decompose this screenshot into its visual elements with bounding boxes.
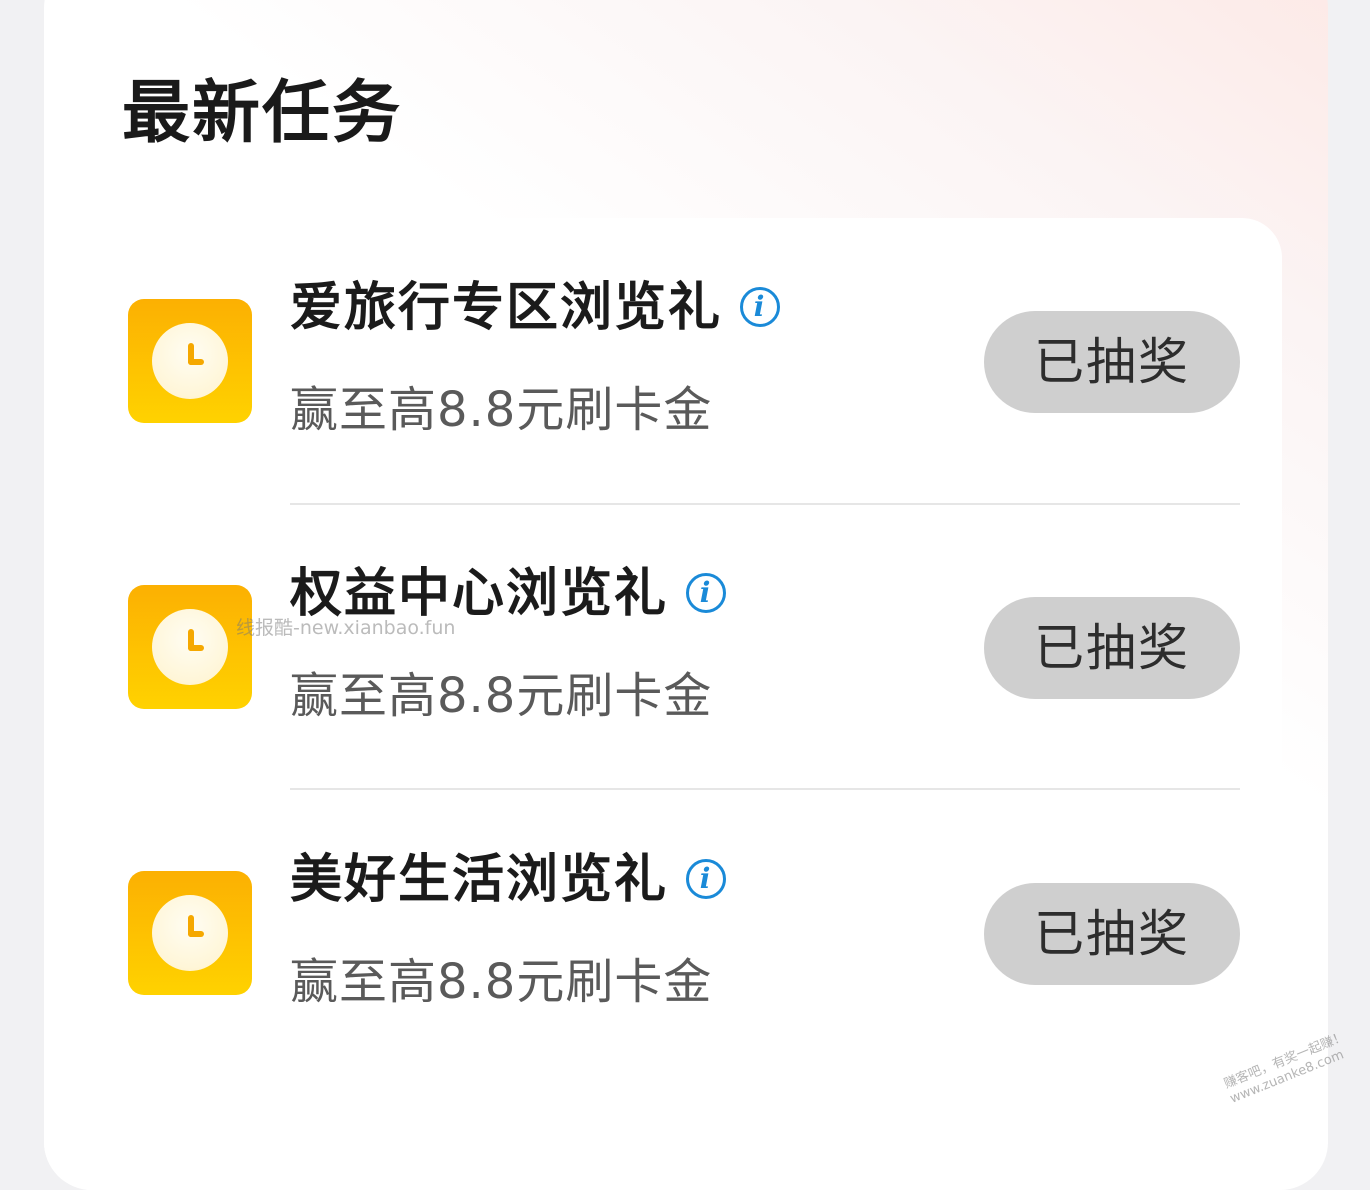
drawn-status-button[interactable]: 已抽奖 bbox=[984, 883, 1240, 985]
task-item[interactable]: 权益中心浏览礼 i 赢至高8.8元刷卡金 已抽奖 bbox=[0, 506, 1370, 792]
watermark-text: 线报酷-new.xianbao.fun bbox=[236, 617, 456, 639]
task-item[interactable]: 爱旅行专区浏览礼 i 赢至高8.8元刷卡金 已抽奖 bbox=[0, 220, 1370, 506]
task-title-text: 美好生活浏览礼 bbox=[290, 850, 669, 910]
section-title: 最新任务 bbox=[122, 74, 403, 153]
clock-icon bbox=[128, 871, 252, 995]
task-subtitle: 赢至高8.8元刷卡金 bbox=[290, 668, 713, 724]
task-subtitle: 赢至高8.8元刷卡金 bbox=[290, 954, 713, 1010]
drawn-status-button[interactable]: 已抽奖 bbox=[984, 311, 1240, 413]
info-icon[interactable]: i bbox=[686, 573, 727, 613]
clock-face bbox=[152, 895, 228, 971]
clock-icon bbox=[128, 299, 252, 423]
task-title: 爱旅行专区浏览礼 i bbox=[290, 278, 781, 338]
info-icon[interactable]: i bbox=[686, 859, 727, 899]
task-title-text: 爱旅行专区浏览礼 bbox=[290, 278, 723, 338]
drawn-status-button[interactable]: 已抽奖 bbox=[984, 597, 1240, 699]
task-item[interactable]: 美好生活浏览礼 i 赢至高8.8元刷卡金 已抽奖 bbox=[0, 792, 1370, 1078]
task-title: 美好生活浏览礼 i bbox=[290, 850, 727, 910]
clock-face bbox=[152, 609, 228, 685]
divider bbox=[290, 503, 1240, 505]
divider bbox=[290, 788, 1240, 790]
info-icon[interactable]: i bbox=[740, 287, 781, 327]
clock-icon bbox=[128, 585, 252, 709]
task-subtitle: 赢至高8.8元刷卡金 bbox=[290, 382, 713, 438]
clock-face bbox=[152, 323, 228, 399]
